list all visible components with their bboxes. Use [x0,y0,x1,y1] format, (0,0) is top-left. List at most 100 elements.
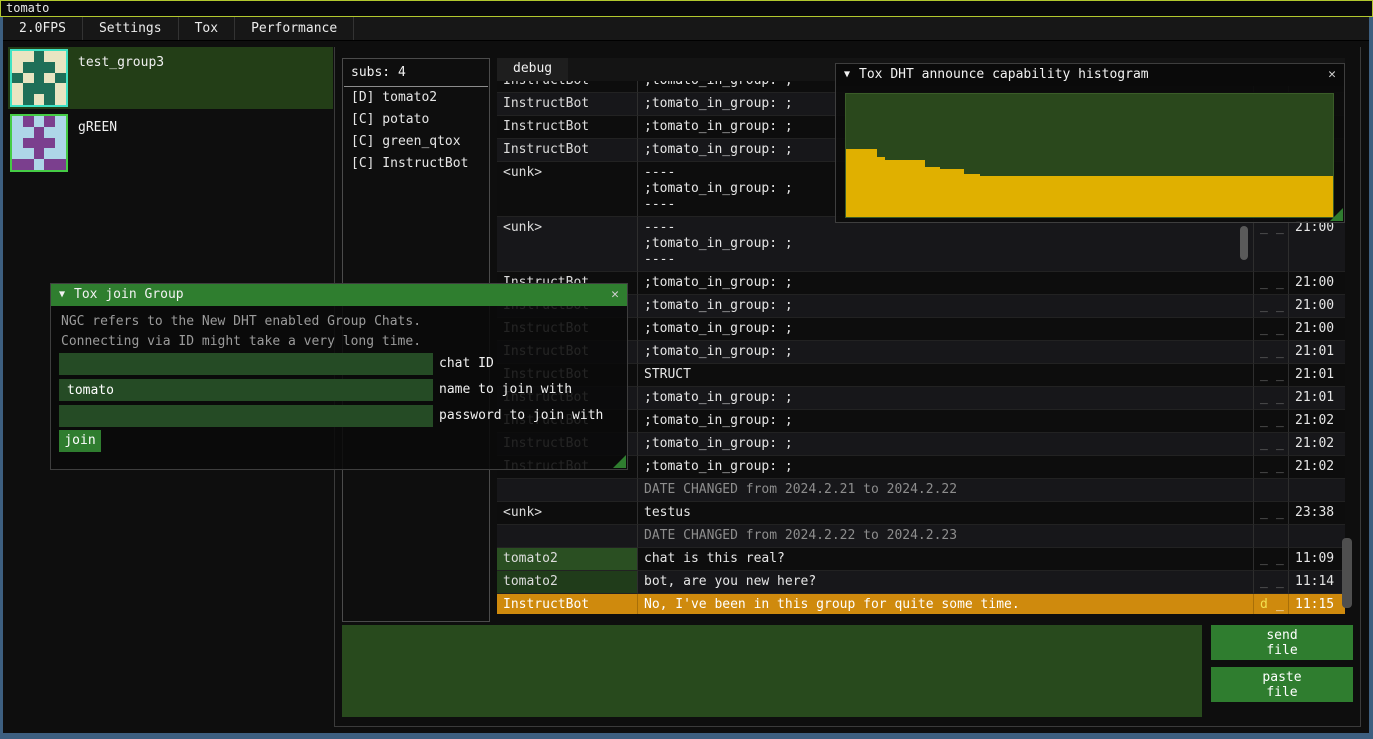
peer-count-label: subs: 4 [343,59,489,86]
chat-inner-scrollbar[interactable] [1240,226,1248,260]
avatar-cell [44,138,55,149]
message-sender [497,525,638,548]
histogram-bar [885,160,893,217]
chat-scrollbar[interactable] [1342,538,1352,608]
histogram-bar [1019,176,1027,217]
message-text: No, I've been in this group for quite so… [638,594,1254,614]
histogram-bar [1153,176,1161,217]
message-text: ;tomato_in_group: ; [638,433,1254,456]
message-input[interactable] [342,625,1202,717]
window-titlebar: tomato [0,0,1373,17]
message-status-indicator-2: _ [1272,272,1289,295]
join-field-label: password to join with [439,408,603,424]
avatar-cell [34,148,45,159]
avatar-cell [55,62,66,73]
histogram-bar [1066,176,1074,217]
group-list: test_group3 gREEN [3,47,333,177]
resize-grip[interactable] [1330,208,1343,221]
message-text: ;tomato_in_group: ; [638,456,1254,479]
peer-list-item: [C] InstructBot [343,153,489,175]
histogram-bar [909,160,917,217]
message-timestamp: 23:38 [1289,502,1345,525]
message-text: STRUCT [638,364,1254,387]
histogram-bar [1255,176,1263,217]
resize-grip[interactable] [613,455,626,468]
chat-message-row[interactable]: DATE CHANGED from 2024.2.22 to 2024.2.23 [497,525,1345,548]
avatar-cell [12,73,23,84]
message-status-indicator-2: _ [1272,318,1289,341]
message-text: ;tomato_in_group: ; [638,341,1254,364]
menu-item[interactable]: Settings [83,17,179,40]
send-file-button[interactable]: send file [1211,625,1353,660]
message-status-indicator-2: _ [1272,217,1289,272]
avatar-cell [44,94,55,105]
join-field-input[interactable] [59,379,433,401]
avatar-cell [12,138,23,149]
histogram-bar [917,160,925,217]
peer-list-item: [C] potato [343,109,489,131]
histogram-bar [1200,176,1208,217]
menu-item[interactable]: Tox [179,17,235,40]
histogram-bar [1058,176,1066,217]
histogram-bar [1208,176,1216,217]
message-timestamp: 21:00 [1289,272,1345,295]
message-sender: InstructBot [497,116,638,139]
histogram-bar [1286,176,1294,217]
message-status-indicator-1: _ [1254,341,1272,364]
paste-file-button[interactable]: paste file [1211,667,1353,702]
group-avatar [10,49,68,107]
histogram-bar [1302,176,1310,217]
group-row[interactable]: test_group3 [8,47,333,109]
menu-item[interactable]: Performance [235,17,354,40]
avatar-cell [34,116,45,127]
message-timestamp: 11:15 [1289,594,1345,614]
message-status-indicator-2: _ [1272,433,1289,456]
histogram-bar [1294,176,1302,217]
group-row[interactable]: gREEN [8,112,333,174]
histogram-bar [948,169,956,217]
chat-message-row[interactable]: <unk> ---- ;tomato_in_group: ; ---- _ _ … [497,217,1345,272]
avatar-cell [55,94,66,105]
message-status-indicator-2: _ [1272,456,1289,479]
chat-message-row[interactable]: tomato2 chat is this real? _ _ 11:09 [497,548,1345,571]
avatar-cell [34,62,45,73]
avatar-cell [34,159,45,170]
join-field-input[interactable] [59,405,433,427]
message-status-indicator-1: _ [1254,410,1272,433]
chat-message-row[interactable]: tomato2 bot, are you new here? _ _ 11:14 [497,571,1345,594]
message-status-indicator-2: _ [1272,387,1289,410]
join-button[interactable]: join [59,430,101,452]
close-icon[interactable]: ✕ [1328,67,1336,83]
histogram-bar [1192,176,1200,217]
message-text: ;tomato_in_group: ; [638,318,1254,341]
histogram-bar [1318,176,1326,217]
message-status-indicator-2: _ [1272,502,1289,525]
avatar-cell [23,116,34,127]
histogram-bar [1160,176,1168,217]
message-status-indicator-2: _ [1272,571,1289,594]
message-status-indicator-2: _ [1272,364,1289,387]
join-field-input[interactable] [59,353,433,375]
chat-message-row[interactable]: <unk> testus _ _ 23:38 [497,502,1345,525]
collapse-arrow-icon[interactable]: ▼ [59,287,65,303]
avatar-cell [55,83,66,94]
message-status-indicator-1: _ [1254,272,1272,295]
message-sender: <unk> [497,502,638,525]
message-text: bot, are you new here? [638,571,1254,594]
message-status-indicator-1: _ [1254,433,1272,456]
avatar-cell [12,94,23,105]
message-status-indicator-1 [1254,479,1272,502]
avatar-cell [23,94,34,105]
close-icon[interactable]: ✕ [611,287,619,303]
histogram-bar [940,169,948,217]
histogram-bar [893,160,901,217]
histogram-bar [1098,176,1106,217]
chat-message-row[interactable]: DATE CHANGED from 2024.2.21 to 2024.2.22 [497,479,1345,502]
message-sender: <unk> [497,162,638,217]
menu-item-label: Performance [251,21,337,37]
avatar-cell [55,73,66,84]
avatar-cell [44,73,55,84]
dht-histogram-title: Tox DHT announce capability histogram [859,67,1149,83]
chat-message-row[interactable]: InstructBot No, I've been in this group … [497,594,1345,614]
collapse-arrow-icon[interactable]: ▼ [844,67,850,83]
